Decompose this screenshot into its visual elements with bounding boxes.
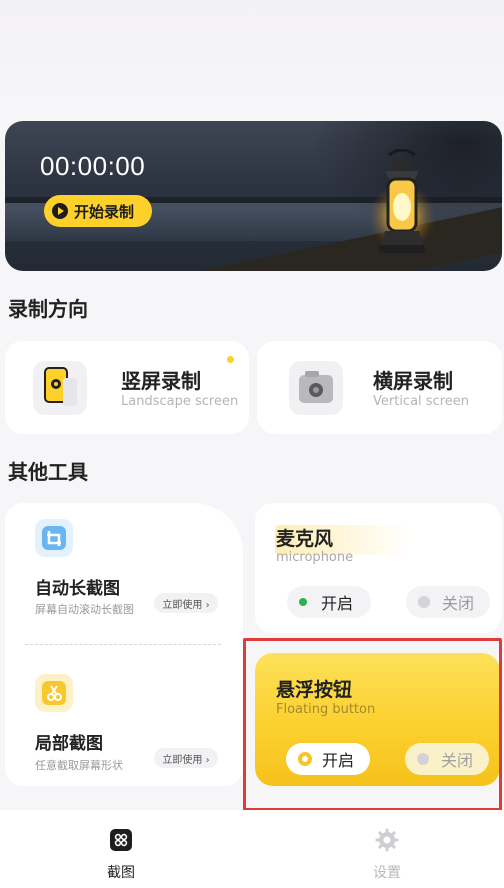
lantern-image: [368, 149, 436, 253]
start-recording-button[interactable]: 开始录制: [44, 195, 152, 227]
play-icon: [52, 203, 68, 219]
start-recording-label: 开始录制: [74, 202, 135, 221]
nav-item-settings[interactable]: 设置: [357, 828, 417, 882]
long-screenshot-use-button[interactable]: 立即使用 ›: [154, 593, 218, 613]
microphone-subtitle: microphone: [276, 550, 354, 565]
off-status-dot: [418, 596, 430, 608]
microphone-on-button[interactable]: 开启: [287, 586, 371, 618]
tools-divider: [25, 644, 221, 645]
portrait-phone-icon: [33, 361, 87, 415]
top-blank-area: [0, 0, 504, 120]
partial-screenshot-desc: 任意截取屏幕形状: [35, 759, 123, 772]
partial-screenshot-use-button[interactable]: 立即使用 ›: [154, 748, 218, 768]
orientation-section-title: 录制方向: [8, 297, 88, 321]
tools-section-title: 其他工具: [8, 460, 88, 484]
nav-label-settings: 设置: [373, 865, 401, 881]
screenshot-tab-icon: [110, 829, 132, 851]
microphone-off-button[interactable]: 关闭: [406, 586, 490, 618]
nav-item-screenshot[interactable]: 截图: [91, 828, 151, 882]
long-screenshot-desc: 屏幕自动滚动长截图: [35, 603, 134, 616]
microphone-card: 麦克风 microphone 开启 关闭: [255, 503, 502, 633]
microphone-title: 麦克风: [276, 528, 334, 550]
bottom-nav: 截图 设置: [0, 810, 504, 888]
portrait-record-card[interactable]: 竖屏录制 Landscape screen: [5, 341, 249, 434]
selected-indicator-dot: [227, 356, 234, 363]
portrait-record-title: 竖屏录制: [121, 369, 201, 393]
microphone-on-label: 开启: [321, 594, 354, 613]
gear-icon: [375, 828, 399, 852]
record-banner: 00:00:00 开始录制: [5, 121, 502, 271]
on-status-dot: [299, 598, 307, 606]
landscape-record-card[interactable]: 横屏录制 Vertical screen: [257, 341, 502, 434]
record-timer: 00:00:00: [40, 151, 146, 181]
landscape-camera-icon: [289, 361, 343, 415]
microphone-off-label: 关闭: [442, 594, 475, 613]
highlight-frame: [243, 638, 502, 811]
nav-label-screenshot: 截图: [107, 865, 135, 881]
long-screenshot-title: 自动长截图: [35, 579, 120, 599]
partial-screenshot-title: 局部截图: [35, 734, 103, 754]
landscape-record-title: 横屏录制: [373, 369, 453, 393]
portrait-record-subtitle: Landscape screen: [121, 394, 239, 409]
landscape-record-subtitle: Vertical screen: [373, 394, 470, 409]
partial-screenshot-icon: [35, 674, 73, 712]
long-screenshot-icon: [35, 519, 73, 557]
